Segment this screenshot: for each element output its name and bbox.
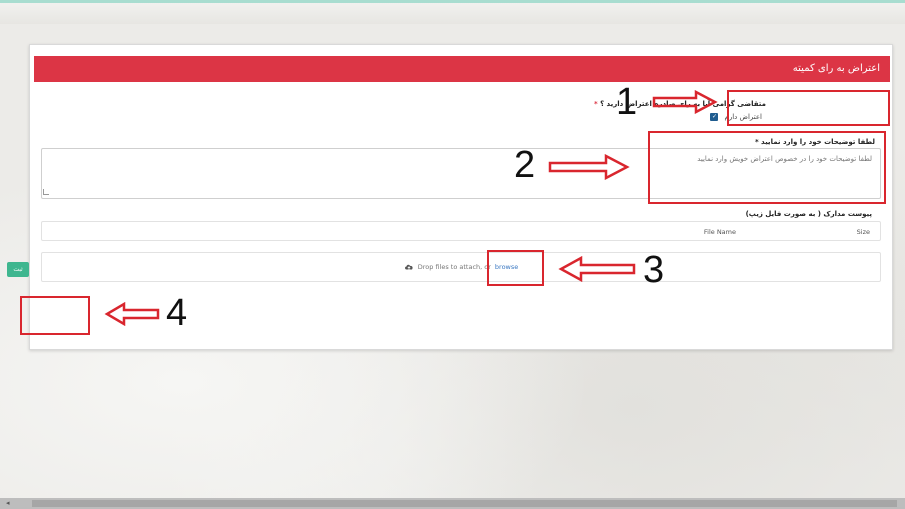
- cloud-upload-icon: [404, 264, 413, 270]
- arrow-left-icon: [104, 302, 160, 326]
- annotation-number-2: 2: [514, 144, 536, 186]
- top-banner: [0, 0, 905, 24]
- arrow-left-icon: [558, 256, 636, 282]
- annotation-number-1: 1: [616, 81, 638, 123]
- file-dropzone[interactable]: Drop files to attach, or browse: [41, 252, 881, 282]
- dropzone-text: Drop files to attach, or: [417, 263, 491, 271]
- file-table-header: Size File Name: [41, 221, 881, 241]
- column-header-size: Size: [856, 228, 870, 236]
- annotation-number-3: 3: [643, 249, 665, 291]
- arrow-right-icon: [652, 90, 718, 114]
- objection-checkbox[interactable]: ✓: [710, 113, 719, 121]
- column-header-file-name: File Name: [703, 228, 736, 236]
- checkbox-check-icon: ✓: [711, 113, 717, 120]
- arrow-right-icon: [548, 154, 630, 180]
- textarea-resize-handle[interactable]: [43, 189, 49, 195]
- annotation-box-4: [20, 296, 90, 335]
- required-mark: *: [593, 100, 598, 108]
- attachment-label: پیوست مدارک ( به صورت فایل زیپ): [745, 210, 872, 218]
- annotation-number-4: 4: [166, 292, 188, 334]
- horizontal-scrollbar[interactable]: ◂: [0, 498, 905, 509]
- submit-button[interactable]: ثبت: [7, 262, 29, 277]
- annotation-box-2: [648, 131, 886, 204]
- annotation-box-3: [487, 250, 544, 286]
- scrollbar-thumb[interactable]: [32, 500, 897, 507]
- annotation-box-1: [727, 90, 890, 126]
- form-title: اعتراض به رای کمیته: [34, 56, 890, 82]
- scroll-left-icon[interactable]: ◂: [6, 499, 10, 507]
